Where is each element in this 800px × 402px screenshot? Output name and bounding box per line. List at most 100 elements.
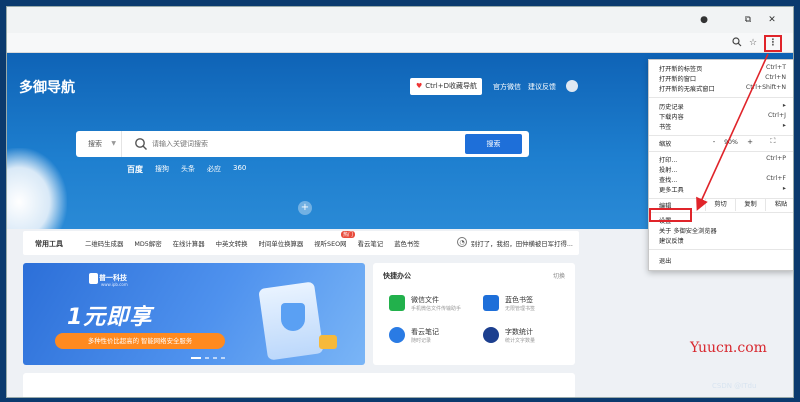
quick-item-wechat-files[interactable]: 微信文件 手机微信文件传输助手 (389, 293, 479, 317)
zoom-out-button[interactable]: - (709, 138, 719, 146)
cloud-icon (389, 327, 405, 343)
chevron-right-icon: ▸ (782, 102, 786, 109)
browser-menu: 打开新的标签页 Ctrl+T 打开新的窗口 Ctrl+N 打开新的无痕式窗口 C… (648, 59, 793, 271)
banner-tagline: 多种性价比超高的 智能网络安全服务 (55, 333, 225, 349)
zoom-in-button[interactable]: + (745, 138, 755, 146)
engine-tab-baidu[interactable]: 百度 (127, 164, 143, 175)
carousel-dots[interactable] (191, 357, 225, 359)
menu-shortcut: Ctrl+T (766, 64, 786, 71)
chevron-right-icon: ▸ (782, 122, 786, 129)
record-icon[interactable]: ● (697, 14, 711, 26)
title-bar: ● ⧉ ✕ (7, 7, 793, 33)
hot-badge: 热门 (341, 231, 356, 238)
engine-tab-sogou[interactable]: 搜狗 (155, 164, 169, 175)
quick-item-blue-bookmarks[interactable]: 蓝色书签 无限管理书签 (483, 293, 573, 317)
promo-banner[interactable]: 普一科技 www.ipb.com 1元即享 多种性价比超高的 智能网络安全服务 (23, 263, 365, 365)
menu-exit[interactable]: 退出 (659, 256, 671, 265)
menu-more-tools[interactable]: 更多工具 (659, 185, 684, 194)
engine-tab-360[interactable]: 360 (233, 164, 246, 175)
chevron-down-icon: ▼ (111, 140, 116, 147)
notice-icon: ◔ (457, 237, 467, 247)
tool-item[interactable]: 时间单位换算器 (259, 239, 304, 248)
menu-about[interactable]: 关于 多御安全浏览器 (659, 226, 717, 235)
search-icon (134, 137, 148, 151)
menu-downloads[interactable]: 下载内容 (659, 112, 684, 121)
quick-item-desc: 无限管理书签 (505, 306, 536, 312)
engine-tabs: 百度 搜狗 头条 必应 360 (127, 164, 246, 175)
site-watermark: Yuucn.com (690, 340, 767, 356)
close-button[interactable]: ✕ (765, 14, 779, 26)
tool-item[interactable]: 中英文转换 (216, 239, 248, 248)
tool-item[interactable]: 二维码生成器 (85, 239, 123, 248)
shield-icon (281, 303, 305, 331)
menu-bookmarks[interactable]: 书签 (659, 122, 671, 131)
tool-item[interactable]: 视听SEO网 (314, 239, 346, 248)
menu-zoom-label: 缩放 (659, 141, 672, 148)
menu-cast[interactable]: 投射... (659, 165, 677, 174)
csdn-watermark: CSDN @ITdu (712, 382, 757, 390)
menu-new-tab[interactable]: 打开新的标签页 (659, 64, 702, 73)
wechat-link[interactable]: 官方微信 (493, 82, 521, 92)
heart-icon: ♥ (416, 82, 423, 90)
restore-button[interactable]: ⧉ (741, 14, 755, 26)
engine-tab-toutiao[interactable]: 头条 (181, 164, 195, 175)
quick-item-word-count[interactable]: 字数统计 统计文字数量 (483, 325, 573, 349)
banner-title: 1元即享 (67, 305, 153, 330)
menu-divider (649, 97, 793, 98)
tool-item[interactable]: 在线计算器 (173, 239, 205, 248)
folder-icon (389, 295, 405, 311)
engine-tab-bing[interactable]: 必应 (207, 164, 221, 175)
zoom-value: 90% (724, 139, 738, 146)
copy-button[interactable]: 复制 (735, 199, 765, 211)
menu-print[interactable]: 打印... (659, 155, 677, 164)
bookmark-button-label: Ctrl+D收藏导航 (425, 82, 477, 90)
zoom-icon[interactable] (731, 37, 743, 49)
notice-text[interactable]: 别打了，我招，田仲横被日军打得... (471, 239, 573, 248)
menu-divider (649, 135, 793, 136)
browser-window: ● ⧉ ✕ ☆ ⋮ 多御导航 ♥ Ctrl+D收藏导航 官方微信 建议反馈 搜索 ▼… (6, 6, 794, 398)
tools-list: 二维码生成器 MD5解密 在线计算器 中英文转换 时间单位换算器 视听SEO网 … (85, 239, 420, 248)
chevron-right-icon: ▸ (782, 185, 786, 192)
bookmark-icon (483, 295, 499, 311)
search-button[interactable]: 搜索 (465, 134, 522, 154)
cloud-decoration (7, 148, 67, 229)
menu-shortcut: Ctrl+N (765, 74, 786, 81)
cut-button[interactable]: 剪切 (705, 199, 735, 211)
settings-highlight (649, 208, 692, 222)
menu-incognito[interactable]: 打开新的无痕式窗口 (659, 84, 715, 93)
switch-link[interactable]: 切换 (553, 271, 565, 280)
menu-find[interactable]: 查找... (659, 175, 677, 184)
menu-divider (649, 249, 793, 250)
menu-history[interactable]: 历史记录 (659, 102, 684, 111)
quick-office-panel: 快捷办公 切换 微信文件 手机微信文件传输助手 蓝色书签 无限管理书签 看云笔记… (373, 263, 575, 365)
paste-button[interactable]: 粘贴 (765, 199, 793, 211)
search-box: 搜索 ▼ 搜索 (76, 131, 529, 157)
star-icon[interactable]: ☆ (747, 37, 759, 49)
brand-logo-icon (89, 273, 98, 284)
site-logo[interactable]: 多御导航 (19, 77, 75, 97)
quick-item-cloud-notes[interactable]: 看云笔记 随时记录 (389, 325, 479, 349)
fullscreen-icon[interactable]: ⛶ (767, 137, 779, 146)
tool-item[interactable]: MD5解密 (134, 239, 161, 248)
quick-office-title: 快捷办公 (383, 272, 411, 280)
menu-feedback[interactable]: 建议反馈 (659, 236, 684, 245)
menu-new-window[interactable]: 打开新的窗口 (659, 74, 696, 83)
quick-item-desc: 统计文字数量 (505, 338, 536, 344)
address-bar: ☆ ⋮ (7, 33, 793, 53)
banner-brand-sub: www.ipb.com (101, 282, 128, 287)
quick-item-desc: 手机微信文件传输助手 (411, 306, 462, 312)
search-input[interactable] (152, 135, 452, 153)
feedback-link[interactable]: 建议反馈 (528, 82, 556, 92)
quick-item-name: 看云笔记 (411, 328, 439, 336)
bookmark-button[interactable]: ♥ Ctrl+D收藏导航 (410, 78, 482, 95)
avatar[interactable] (566, 80, 578, 92)
content-card (23, 373, 575, 397)
tool-item[interactable]: 看云笔记 (358, 239, 384, 248)
engine-select[interactable]: 搜索 ▼ (76, 131, 122, 157)
quick-item-name: 字数统计 (505, 328, 533, 336)
tool-item[interactable]: 蓝色书签 (394, 239, 420, 248)
menu-shortcut: Ctrl+Shift+N (745, 84, 786, 91)
counter-icon (483, 327, 499, 343)
add-icon[interactable]: + (298, 201, 312, 215)
screenshot-frame: ● ⧉ ✕ ☆ ⋮ 多御导航 ♥ Ctrl+D收藏导航 官方微信 建议反馈 搜索 ▼… (0, 0, 800, 402)
